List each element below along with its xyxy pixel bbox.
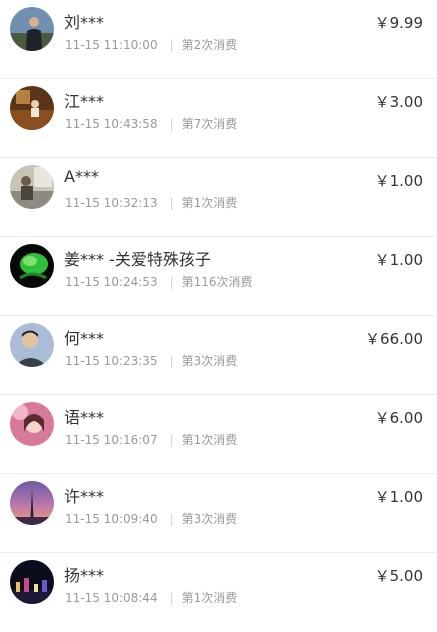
amount: ￥1.00: [374, 251, 423, 269]
purchase-count: 第1次消费: [181, 591, 238, 605]
amount: ￥66.00: [365, 330, 423, 348]
consumption-record-list: 刘*** 11-15 11:10:00 | 第2次消费 ￥9.99 江*** 11-…: [0, 0, 437, 616]
room-scene-avatar: [10, 165, 54, 209]
record-time: 11-15 10:09:40: [65, 512, 158, 526]
purchase-count: 第2次消费: [181, 38, 238, 52]
amount: ￥5.00: [374, 567, 423, 585]
meta-divider: |: [169, 354, 174, 368]
man-standing-avatar: [10, 7, 54, 51]
man-portrait-avatar: [10, 323, 54, 367]
record-meta: 11-15 10:23:35 | 第3次消费: [65, 352, 237, 369]
meta-divider: |: [169, 433, 174, 447]
record-time: 11-15 10:24:53: [65, 275, 158, 289]
user-name: 许***: [64, 487, 105, 506]
record-time: 11-15 10:23:35: [65, 354, 158, 368]
list-item[interactable]: 何*** 11-15 10:23:35 | 第3次消费 ￥66.00: [0, 316, 437, 395]
record-time: 11-15 10:43:58: [65, 117, 158, 131]
list-item[interactable]: 许*** 11-15 10:09:40 | 第3次消费 ￥1.00: [0, 474, 437, 553]
record-time: 11-15 10:08:44: [65, 591, 158, 605]
list-item[interactable]: 刘*** 11-15 11:10:00 | 第2次消费 ￥9.99: [0, 0, 437, 79]
record-meta: 11-15 10:43:58 | 第7次消费: [65, 115, 237, 132]
user-name: 何***: [64, 329, 105, 348]
green-leaf-avatar: [10, 244, 54, 288]
record-time: 11-15 10:16:07: [65, 433, 158, 447]
meta-divider: |: [169, 38, 174, 52]
meta-divider: |: [169, 275, 174, 289]
user-name: 语***: [64, 408, 105, 427]
record-time: 11-15 10:32:13: [65, 196, 158, 210]
list-item[interactable]: 扬*** 11-15 10:08:44 | 第1次消费 ￥5.00: [0, 553, 437, 632]
list-item[interactable]: 姜*** -关爱特殊孩子 11-15 10:24:53 | 第116次消费 ￥1.0…: [0, 237, 437, 316]
amount: ￥9.99: [374, 14, 423, 32]
user-name: A***: [64, 167, 99, 186]
night-city-avatar: [10, 560, 54, 604]
amount: ￥3.00: [374, 93, 423, 111]
record-meta: 11-15 11:10:00 | 第2次消费: [65, 36, 237, 53]
list-item[interactable]: 语*** 11-15 10:16:07 | 第1次消费 ￥6.00: [0, 395, 437, 474]
purchase-count: 第3次消费: [181, 354, 238, 368]
meta-divider: |: [169, 196, 174, 210]
purchase-count: 第7次消费: [181, 117, 238, 131]
meta-divider: |: [169, 591, 174, 605]
purchase-count: 第116次消费: [181, 275, 253, 289]
amount: ￥6.00: [374, 409, 423, 427]
user-name: 扬***: [64, 566, 105, 585]
amount: ￥1.00: [374, 172, 423, 190]
pink-portrait-avatar: [10, 402, 54, 446]
amount: ￥1.00: [374, 488, 423, 506]
purchase-count: 第3次消费: [181, 512, 238, 526]
meta-divider: |: [169, 117, 174, 131]
list-item[interactable]: 江*** 11-15 10:43:58 | 第7次消费 ￥3.00: [0, 79, 437, 158]
purchase-count: 第1次消费: [181, 196, 238, 210]
record-time: 11-15 11:10:00: [65, 38, 158, 52]
sunset-tower-avatar: [10, 481, 54, 525]
user-name: 姜*** -关爱特殊孩子: [64, 250, 211, 269]
record-meta: 11-15 10:24:53 | 第116次消费: [65, 273, 253, 290]
record-meta: 11-15 10:32:13 | 第1次消费: [65, 194, 237, 211]
record-meta: 11-15 10:16:07 | 第1次消费: [65, 431, 237, 448]
record-meta: 11-15 10:09:40 | 第3次消费: [65, 510, 237, 527]
purchase-count: 第1次消费: [181, 433, 238, 447]
user-name: 刘***: [64, 13, 105, 32]
user-name: 江***: [64, 92, 105, 111]
meta-divider: |: [169, 512, 174, 526]
record-meta: 11-15 10:08:44 | 第1次消费: [65, 589, 237, 606]
indoor-brown-avatar: [10, 86, 54, 130]
list-item[interactable]: A*** 11-15 10:32:13 | 第1次消费 ￥1.00: [0, 158, 437, 237]
